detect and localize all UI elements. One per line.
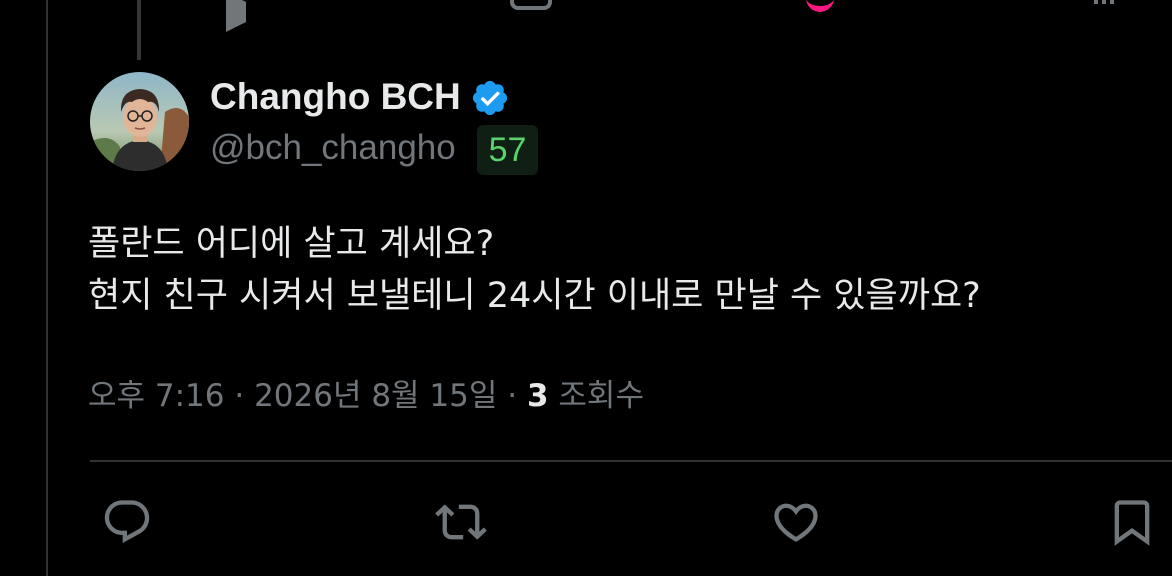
divider [90, 460, 1172, 462]
tweet-line-2: 현지 친구 시켜서 보낼테니 24시간 이내로 만날 수 있을까요? [88, 276, 981, 316]
partial-icon-2[interactable] [510, 0, 552, 10]
avatar-illustration [90, 72, 189, 171]
retweet-icon [435, 504, 487, 540]
tweet-line-1: 폴란드 어디에 살고 계세요? [88, 224, 495, 264]
user-handle[interactable]: @bch_changho [210, 126, 456, 170]
timestamp[interactable]: 오후 7:16 · 2026년 8월 15일 · [88, 378, 527, 414]
retweet-button[interactable] [435, 496, 487, 548]
affiliation-badge[interactable]: 57 [477, 125, 538, 175]
like-button[interactable] [770, 496, 822, 548]
column-border [46, 0, 48, 576]
partial-icon-1[interactable] [226, 0, 246, 32]
bookmark-button[interactable] [1106, 496, 1158, 548]
thread-connector-line [137, 0, 141, 60]
display-name[interactable]: Changho BCH [210, 75, 461, 119]
partial-views-icon[interactable] [1094, 0, 1124, 6]
bookmark-icon [1114, 500, 1150, 546]
tweet-detail-view: Changho BCH @bch_changho 57 폴란드 어디에 살고 계… [0, 0, 1172, 576]
verified-badge-icon[interactable] [470, 78, 510, 118]
like-icon [774, 503, 818, 542]
views-label: 조회수 [548, 378, 644, 414]
tweet-text: 폴란드 어디에 살고 계세요? 현지 친구 시켜서 보낼테니 24시간 이내로 … [88, 218, 981, 322]
reply-icon [104, 500, 150, 544]
partial-heart-icon[interactable] [806, 0, 834, 12]
views-count: 3 [526, 378, 549, 414]
reply-button[interactable] [101, 496, 153, 548]
avatar[interactable] [90, 72, 189, 171]
tweet-meta: 오후 7:16 · 2026년 8월 15일 · 3 조회수 [88, 374, 644, 418]
